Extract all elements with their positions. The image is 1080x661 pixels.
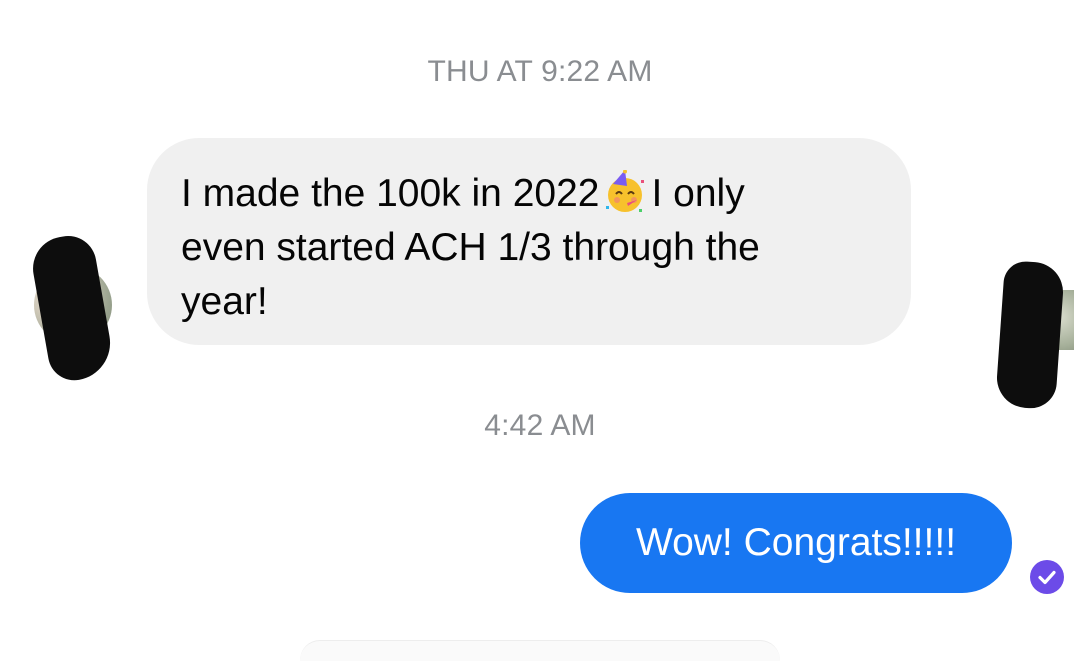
message-text: I only xyxy=(651,172,745,215)
timestamp: THU AT 9:22 AM xyxy=(427,55,653,88)
message-text: I made the 100k in 2022 xyxy=(181,172,600,215)
seen-check-icon xyxy=(1030,560,1064,594)
outgoing-message-bubble[interactable]: Wow! Congrats!!!!! xyxy=(580,493,1012,593)
message-line: year! xyxy=(181,280,268,323)
timestamp: 4:42 AM xyxy=(484,409,596,442)
incoming-message-bubble[interactable]: I made the 100k in 2022 I only even star… xyxy=(147,138,911,345)
message-line: even started ACH 1/3 through the xyxy=(181,226,760,269)
redaction-mark xyxy=(994,260,1066,410)
partying-face-icon xyxy=(603,169,647,214)
composer-edge xyxy=(300,640,780,661)
message-line: I made the 100k in 2022 I only xyxy=(181,167,877,221)
redaction-mark xyxy=(27,231,117,385)
